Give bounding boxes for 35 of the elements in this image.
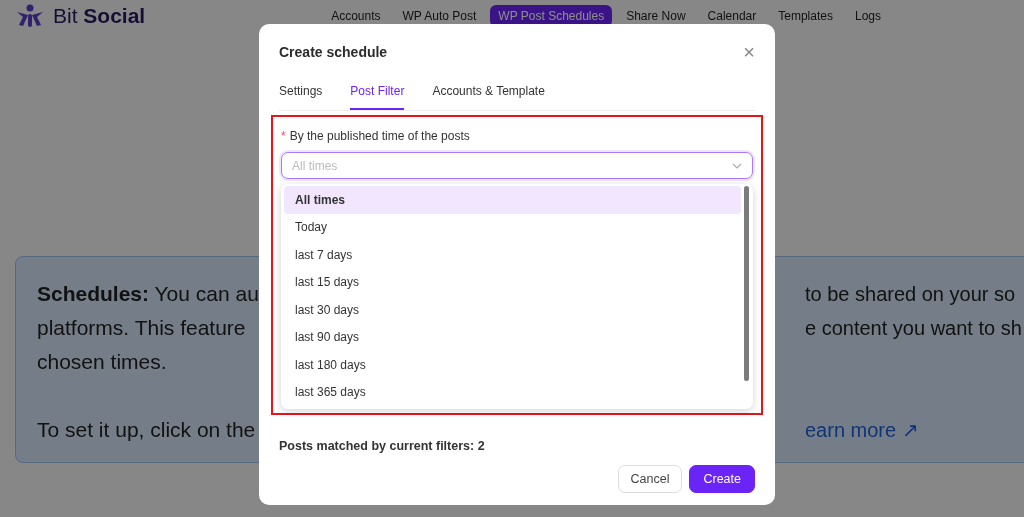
info-text: e content you want to sh	[805, 317, 1022, 339]
tab[interactable]: Settings	[279, 80, 323, 110]
dropdown-option[interactable]: last 180 days	[284, 351, 741, 379]
close-button[interactable]: ×	[743, 42, 755, 62]
nav-tab[interactable]: Logs	[846, 5, 889, 27]
dropdown-option[interactable]: last 15 days	[284, 268, 741, 296]
tab[interactable]: Accounts & Template	[432, 80, 545, 110]
dropdown-option[interactable]: last 90 days	[284, 323, 741, 351]
nav-tab[interactable]: Templates	[770, 5, 841, 27]
nav-tab[interactable]: WP Post Schedules	[490, 5, 613, 27]
create-button[interactable]: Create	[689, 465, 755, 493]
dropdown-option[interactable]: last 7 days	[284, 241, 741, 269]
info-text: Schedules: You can au	[37, 282, 259, 305]
logo-icon	[15, 4, 45, 28]
dropdown-option[interactable]: last 365 days	[284, 378, 741, 406]
nav-tab[interactable]: WP Auto Post	[394, 5, 485, 27]
info-text: chosen times.	[37, 350, 167, 373]
dropdown-option[interactable]: Today	[284, 213, 741, 241]
dropdown-option[interactable]: last 30 days	[284, 296, 741, 324]
info-text: To set it up, click on the	[37, 418, 256, 441]
cancel-button[interactable]: Cancel	[617, 465, 683, 493]
brand-name: Bit Social	[53, 4, 146, 28]
scrollbar-thumb[interactable]	[744, 186, 749, 381]
dialog-title: Create schedule	[279, 44, 388, 60]
nav-tab[interactable]: Share Now	[618, 5, 694, 27]
chevron-icon	[732, 162, 742, 169]
required-mark: *	[281, 129, 286, 143]
matched-count: Posts matched by current filters: 2	[279, 439, 486, 453]
info-text: to be shared on your so	[805, 283, 1016, 305]
info-text: platforms. This feature	[37, 316, 246, 339]
nav-tab[interactable]: Accounts	[323, 5, 389, 27]
field-label: By the published time of the posts	[289, 129, 470, 143]
nav-tab[interactable]: Calendar	[699, 5, 765, 27]
dropdown-option[interactable]: All times	[284, 186, 741, 214]
tab[interactable]: Post Filter	[350, 80, 405, 110]
